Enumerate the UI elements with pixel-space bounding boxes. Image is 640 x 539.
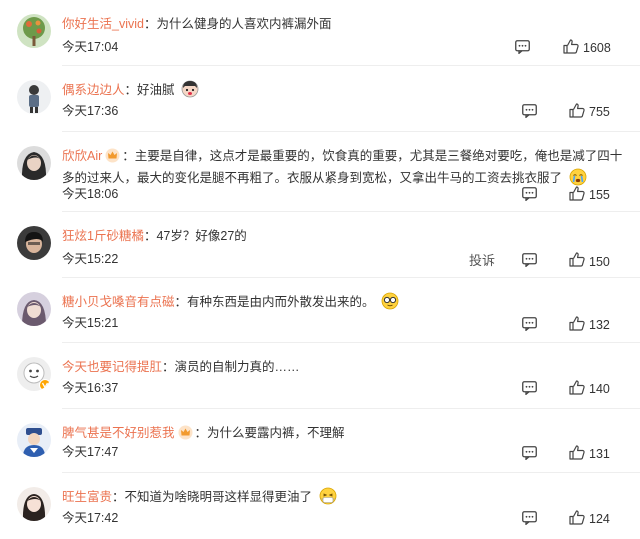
like-count: 132	[589, 318, 610, 332]
avatar[interactable]	[17, 292, 51, 326]
like-count: 124	[589, 512, 610, 526]
comment-text: 47岁？好像27的	[156, 229, 247, 243]
avatar[interactable]	[17, 146, 51, 180]
comment-item: 糖小贝戈嗓音有点磁：有种东西是由内而外散发出来的。 今天15:21 132	[0, 278, 640, 343]
like-count: 755	[589, 105, 610, 119]
crown-icon	[178, 425, 193, 440]
reply-icon[interactable]	[522, 104, 537, 118]
comment-line: 脾气甚是不好别惹我 ：为什么要露内裤，不理解	[62, 425, 345, 440]
reply-icon[interactable]	[522, 511, 537, 525]
comment-line: 你好生活_vivid：为什么健身的人喜欢内裤漏外面	[62, 17, 332, 31]
comment-item: 你好生活_vivid：为什么健身的人喜欢内裤漏外面 今天17:04 1608	[0, 0, 640, 66]
username[interactable]: 你好生活_vivid	[62, 17, 144, 31]
like-count: 155	[589, 188, 610, 202]
comment-line: 欣欣Air ：主要是自律，这点才是最重要的，饮食真的重要，尤其是三餐绝对要吃，俺也…	[62, 148, 623, 186]
sick-emoji	[319, 487, 336, 505]
avatar[interactable]	[17, 14, 51, 48]
comment-text: 有种东西是由内而外散发出来的。	[187, 295, 375, 309]
face-emoji	[181, 80, 199, 98]
like-count: 140	[589, 382, 610, 396]
username[interactable]: 今天也要记得提肛	[62, 360, 162, 374]
avatar[interactable]	[17, 357, 51, 391]
like-icon[interactable]	[569, 186, 585, 201]
comment-line: 偶系边边人：好油腻	[62, 79, 632, 101]
comment-item: 欣欣Air ：主要是自律，这点才是最重要的，饮食真的重要，尤其是三餐绝对要吃，俺也…	[0, 132, 640, 212]
like-icon[interactable]	[563, 39, 579, 54]
like-icon[interactable]	[569, 380, 585, 395]
comment-time: 今天17:36	[62, 104, 119, 118]
like-count: 150	[589, 255, 610, 269]
like-icon[interactable]	[569, 445, 585, 460]
comment-text: 为什么要露内裤，不理解	[207, 426, 345, 440]
crown-icon	[105, 148, 120, 163]
comment-item: 今天也要记得提肛：演员的自制力真的…… 今天16:37 140	[0, 343, 640, 409]
comment-time: 今天15:22	[62, 252, 119, 266]
reply-icon[interactable]	[522, 317, 537, 331]
reply-icon[interactable]	[522, 381, 537, 395]
comment-line: 糖小贝戈嗓音有点磁：有种东西是由内而外散发出来的。	[62, 291, 632, 313]
username[interactable]: 偶系边边人	[62, 83, 125, 97]
comment-line: 今天也要记得提肛：演员的自制力真的……	[62, 360, 300, 374]
reply-icon[interactable]	[522, 187, 537, 201]
like-icon[interactable]	[569, 510, 585, 525]
comment-item: 狂炫1斤砂糖橘：47岁？好像27的 今天15:22 投诉 150	[0, 212, 640, 278]
comment-time: 今天17:47	[62, 445, 119, 459]
avatar[interactable]	[17, 487, 51, 521]
comment-time: 今天17:04	[62, 40, 119, 54]
comment-time: 今天18:06	[62, 187, 119, 201]
comment-text: 演员的自制力真的……	[174, 360, 300, 374]
verified-badge-icon	[39, 379, 51, 391]
like-icon[interactable]	[569, 316, 585, 331]
comment-text: 不知道为啥晓明哥这样显得更油了	[124, 490, 313, 504]
comment-time: 今天16:37	[62, 381, 119, 395]
avatar[interactable]	[17, 423, 51, 457]
username[interactable]: 欣欣Air	[62, 149, 102, 163]
like-icon[interactable]	[569, 252, 585, 267]
reply-icon[interactable]	[522, 253, 537, 267]
comment-item: 偶系边边人：好油腻 今天17:36 755	[0, 66, 640, 132]
comment-item: 脾气甚是不好别惹我 ：为什么要露内裤，不理解 今天17:47 131	[0, 409, 640, 473]
comment-line: 旺生富贵：不知道为啥晓明哥这样显得更油了	[62, 486, 632, 508]
comment-time: 今天17:42	[62, 511, 119, 525]
like-count: 1608	[583, 41, 611, 55]
glasses-emoji	[381, 292, 399, 310]
like-icon[interactable]	[569, 103, 585, 118]
avatar[interactable]	[17, 226, 51, 260]
reply-icon[interactable]	[522, 446, 537, 460]
comment-item: 旺生富贵：不知道为啥晓明哥这样显得更油了 今天17:42 124	[0, 473, 640, 539]
username[interactable]: 糖小贝戈嗓音有点磁	[62, 295, 175, 309]
comment-line: 狂炫1斤砂糖橘：47岁？好像27的	[62, 229, 247, 243]
reply-icon[interactable]	[515, 40, 530, 54]
username[interactable]: 脾气甚是不好别惹我	[62, 426, 175, 440]
cry-emoji	[569, 168, 586, 186]
comment-text: 主要是自律，这点才是最重要的，饮食真的重要，尤其是三餐绝对要吃，俺也是减了四十多…	[62, 149, 623, 185]
comment-text: 为什么健身的人喜欢内裤漏外面	[156, 17, 332, 31]
report-button[interactable]: 投诉	[469, 253, 495, 269]
username[interactable]: 旺生富贵	[62, 490, 112, 504]
avatar[interactable]	[17, 80, 51, 114]
username[interactable]: 狂炫1斤砂糖橘	[62, 229, 144, 243]
comment-text: 好油腻	[137, 83, 175, 97]
comment-time: 今天15:21	[62, 316, 119, 330]
like-count: 131	[589, 447, 610, 461]
